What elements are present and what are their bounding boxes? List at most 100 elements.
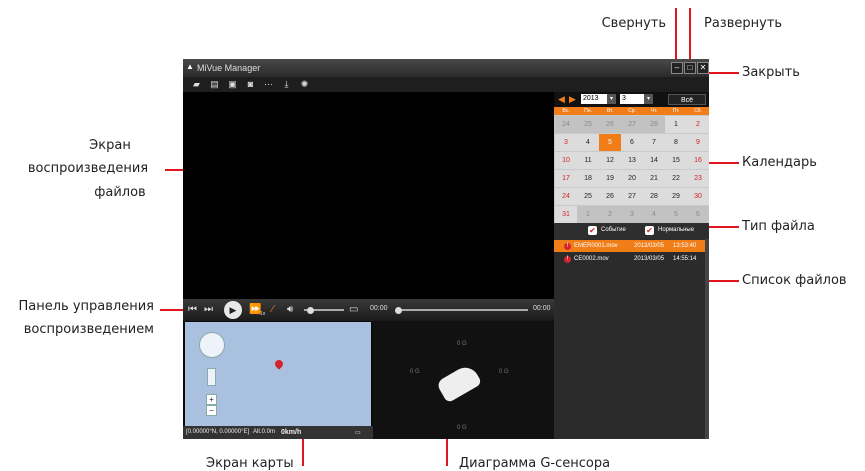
map-screen[interactable]: + − [185,322,371,426]
calendar-day[interactable]: 19 [599,170,621,187]
save-icon[interactable]: ▣ [227,79,238,89]
all-button[interactable]: Всё [668,94,706,105]
calendar-day[interactable]: 16 [687,152,709,169]
file-date: 2013/03/05 [634,243,665,249]
event-label: Событие [601,227,626,233]
calendar-day[interactable]: 6 [621,134,643,151]
calendar-day[interactable]: 27 [621,116,643,133]
calendar-day[interactable]: 31 [555,206,577,223]
weekday-label: Ср. [628,108,636,114]
calendar-day[interactable]: 1 [665,116,687,133]
calendar-day[interactable]: 11 [577,152,599,169]
calendar-day[interactable]: 13 [621,152,643,169]
gps-coordinates: [0.00000°N, 0.00000°E] [186,429,250,435]
calendar-day[interactable]: 23 [687,170,709,187]
file-list-row[interactable]: ! EMER0001.mov 2013/03/05 13:53:40 [554,240,705,252]
calendar-day[interactable]: 5 [665,206,687,223]
next-file-button[interactable]: ⏭ [204,303,213,317]
volume-knob[interactable] [307,307,314,314]
mivue-manager-window: ▲ MiVue Manager – □ ✕ ▰ ▤ ▣ ◙ ⋯ ⤓ ✺ ⏮ ⏭ … [183,59,709,439]
calendar-day[interactable]: 9 [687,134,709,151]
calendar-day[interactable]: 12 [599,152,621,169]
fullscreen-icon[interactable]: ▭ [349,303,358,317]
calendar-day[interactable]: 4 [643,206,665,223]
minimize-button[interactable]: – [671,62,683,74]
normal-checkbox[interactable]: ✔ [645,226,654,235]
calendar-day[interactable]: 3 [555,134,577,151]
event-checkbox[interactable]: ✔ [588,226,597,235]
settings-icon[interactable]: ✺ [299,79,310,89]
calendar-day[interactable]: 25 [577,188,599,205]
calendar-day[interactable]: 1 [577,206,599,223]
calendar-day[interactable]: 14 [643,152,665,169]
speed-readout: 0km/h [281,429,302,436]
file-list: ! EMER0001.mov 2013/03/05 13:53:40! CE0002.m… [554,239,709,439]
calendar-day[interactable]: 5 [599,134,621,151]
weekday-header: Вс. Пн. Вт. Ср. Чт. Пт. Сб. [554,107,709,115]
label-file-type: Тип файла [742,219,815,234]
file-list-scrollbar[interactable] [705,239,709,439]
calendar-day[interactable]: 4 [577,134,599,151]
calendar-day[interactable]: 24 [555,116,577,133]
map-zoom-in-button[interactable]: + [206,394,217,405]
calendar-day[interactable]: 15 [665,152,687,169]
g-value-left: 0 G [410,369,420,375]
file-time: 14:55:14 [673,256,697,262]
calendar-day[interactable]: 26 [599,116,621,133]
open-folder-icon[interactable]: ▰ [191,79,202,89]
download-icon[interactable]: ⤓ [281,79,292,89]
map-zoom-out-button[interactable]: − [206,405,217,416]
map-pan-control[interactable] [199,332,225,358]
callout-maximize [689,8,691,60]
calendar-day[interactable]: 28 [643,116,665,133]
calendar-day[interactable]: 17 [555,170,577,187]
calendar-day[interactable]: 26 [599,188,621,205]
weekday-label: Пн. [584,108,592,114]
maximize-button[interactable]: □ [684,62,696,74]
month-dropdown-icon[interactable]: ▾ [644,94,653,104]
mute-toggle-icon[interactable]: ⁄ [272,303,274,317]
calendar-day[interactable]: 2 [599,206,621,223]
video-player-screen[interactable] [183,92,554,299]
month-select[interactable]: 3 [620,94,644,104]
map-zoom-slider[interactable] [207,368,216,386]
label-map-screen: Экран карты [206,456,294,471]
close-button[interactable]: ✕ [697,62,709,74]
seek-bar[interactable] [396,309,528,311]
calendar-day[interactable]: 2 [687,116,709,133]
calendar-day[interactable]: 25 [577,116,599,133]
calendar-day[interactable]: 27 [621,188,643,205]
label-player-screen-3: файлов [94,185,146,200]
next-month-icon[interactable]: ▶ [569,95,576,104]
calendar-day[interactable]: 18 [577,170,599,187]
file-list-row[interactable]: ! CE0002.mov 2013/03/05 14:55:14 [554,253,705,265]
title-bar: ▲ MiVue Manager – □ ✕ [183,59,709,77]
calendar-day[interactable]: 3 [621,206,643,223]
split-icon[interactable]: ⋯ [263,79,274,89]
calendar-day[interactable]: 24 [555,188,577,205]
calendar-header: ◀ ▶ 2013 ▾ 3 ▾ Всё [554,92,709,107]
year-dropdown-icon[interactable]: ▾ [607,94,616,104]
calendar-day[interactable]: 6 [687,206,709,223]
calendar-day[interactable]: 8 [665,134,687,151]
calendar-day[interactable]: 28 [643,188,665,205]
calendar-day[interactable]: 29 [665,188,687,205]
calendar-day[interactable]: 30 [687,188,709,205]
calendar-day[interactable]: 10 [555,152,577,169]
toolbar: ▰ ▤ ▣ ◙ ⋯ ⤓ ✺ [183,77,709,92]
label-maximize: Развернуть [704,16,783,31]
print-icon[interactable]: ▤ [209,79,220,89]
prev-month-icon[interactable]: ◀ [558,95,565,104]
calendar-day[interactable]: 22 [665,170,687,187]
callout-close [709,72,739,74]
map-expand-icon[interactable]: ▭ [355,429,361,436]
seek-knob[interactable] [395,307,402,314]
calendar-day[interactable]: 21 [643,170,665,187]
year-select[interactable]: 2013 [581,94,607,104]
calendar-day[interactable]: 20 [621,170,643,187]
speed-indicator: 1x [260,311,266,317]
previous-file-button[interactable]: ⏮ [188,303,197,317]
calendar-day[interactable]: 7 [643,134,665,151]
snapshot-icon[interactable]: ◙ [245,79,256,89]
play-button[interactable]: ▶ [224,301,242,319]
